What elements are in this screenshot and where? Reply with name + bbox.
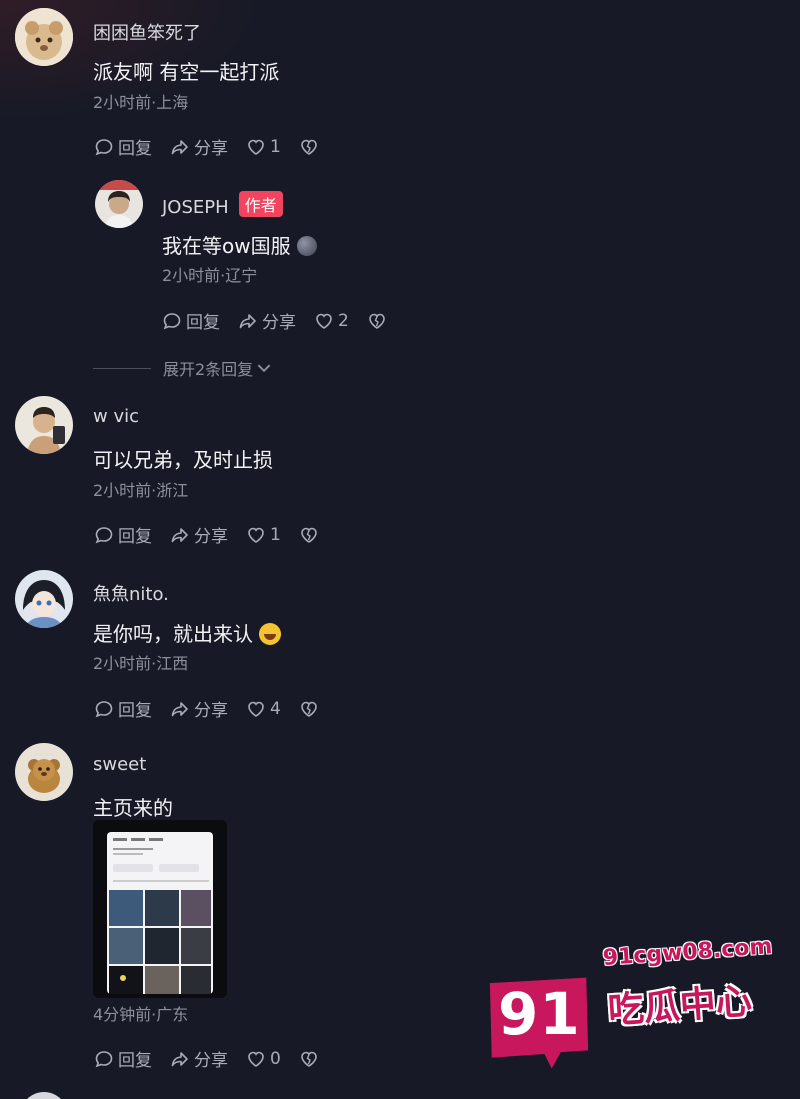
username[interactable]: sweet [93,754,146,775]
reply-button[interactable]: 回复 [94,134,152,159]
comment-actions: 回复 分享 1 [94,522,337,547]
comment-meta: 2小时前·上海 [93,93,189,112]
author-badge: 作者 [238,191,283,217]
share-arrow-icon [171,527,188,542]
comment-meta: 2小时前·辽宁 [162,266,258,285]
dislike-button[interactable] [299,699,319,719]
comment-text: 派友啊 有空一起打派 [93,60,280,84]
broken-heart-icon [301,1051,317,1067]
comment-meta: 4分钟前·广东 [93,1005,189,1024]
broken-heart-icon [369,313,385,329]
comment-text: 可以兄弟，及时止损 [93,448,273,472]
share-label: 分享 [262,313,296,333]
share-button[interactable]: 分享 [170,1046,228,1071]
comment-bubble-icon [95,526,113,543]
comment-bubble-icon [163,312,181,329]
avatar[interactable] [15,570,73,628]
comment-text: 是你吗，就出来认 [93,618,281,647]
watermark-name: 吃瓜中心 [606,980,754,1032]
share-arrow-icon [171,139,188,154]
reply-button[interactable]: 回复 [94,522,152,547]
share-label: 分享 [194,139,228,159]
like-count: 1 [270,524,281,545]
share-button[interactable]: 分享 [170,134,228,159]
share-arrow-icon [171,701,188,716]
like-count: 1 [270,136,281,157]
heart-icon [248,139,264,155]
comment-text-content: 是你吗，就出来认 [93,622,253,646]
comment-bubble-icon [95,700,113,717]
comment-actions: 回复 分享 4 [94,696,337,721]
share-label: 分享 [194,527,228,547]
comment-meta: 2小时前·浙江 [93,481,189,500]
broken-heart-icon [301,139,317,155]
reply-label: 回复 [186,313,220,333]
share-button[interactable]: 分享 [170,696,228,721]
heart-icon [248,1051,264,1067]
divider-line [93,367,151,369]
heart-icon [248,701,264,717]
broken-heart-icon [301,527,317,543]
reply-button[interactable]: 回复 [94,696,152,721]
like-count: 0 [270,1048,281,1069]
avatar[interactable] [15,743,73,801]
reply-username[interactable]: JOSEPH [162,197,229,218]
emoji-icon [296,236,317,256]
comment-bubble-icon [95,138,113,155]
avatar[interactable] [15,8,73,66]
watermark-domain: 91cgw08.com [602,934,774,971]
expand-replies-label: 展开2条回复 [163,360,254,379]
username[interactable]: 困困鱼笨死了 [93,19,201,45]
dislike-button[interactable] [367,311,387,331]
expand-replies[interactable]: 展开2条回复 [93,356,273,380]
comment-actions: 回复 分享 2 [162,308,405,333]
comment-meta: 2小时前·江西 [93,654,189,673]
like-button[interactable]: 1 [246,137,281,157]
laughing-emoji-icon [259,623,281,645]
comment-text: 我在等ow国服 [162,230,317,259]
heart-icon [316,313,332,329]
reply-label: 回复 [118,527,152,547]
heart-icon [248,527,264,543]
avatar[interactable] [15,396,73,454]
like-count: 2 [338,310,349,331]
reply-label: 回复 [118,139,152,159]
attached-image[interactable] [93,820,227,998]
reply-button[interactable]: 回复 [162,308,220,333]
like-button[interactable]: 4 [246,699,281,719]
username: JOSEPH 作者 [162,191,283,218]
comment-text-content: 我在等ow国服 [162,234,291,258]
avatar[interactable] [20,1092,68,1099]
comment-bubble-icon [95,1050,113,1067]
dislike-button[interactable] [299,525,319,545]
like-button[interactable]: 0 [246,1049,281,1069]
share-arrow-icon [171,1051,188,1066]
dislike-button[interactable] [299,137,319,157]
username[interactable]: 魚魚nito. [93,580,169,606]
like-button[interactable]: 1 [246,525,281,545]
reply-button[interactable]: 回复 [94,1046,152,1071]
broken-heart-icon [301,701,317,717]
share-button[interactable]: 分享 [238,308,296,333]
avatar[interactable] [95,180,143,228]
reply-label: 回复 [118,1051,152,1071]
watermark: 91 91cgw08.com 吃瓜中心 [480,934,780,1070]
comment-actions: 回复 分享 0 [94,1046,337,1071]
share-label: 分享 [194,701,228,721]
share-button[interactable]: 分享 [170,522,228,547]
reply-label: 回复 [118,701,152,721]
comment-text: 主页来的 [93,796,173,820]
username[interactable]: w vic [93,406,139,427]
dislike-button[interactable] [299,1049,319,1069]
like-count: 4 [270,698,281,719]
watermark-number: 91 [498,980,581,1048]
comment-actions: 回复 分享 1 [94,134,337,159]
share-arrow-icon [239,313,256,328]
like-button[interactable]: 2 [314,311,349,331]
chevron-down-icon [257,364,271,373]
share-label: 分享 [194,1051,228,1071]
